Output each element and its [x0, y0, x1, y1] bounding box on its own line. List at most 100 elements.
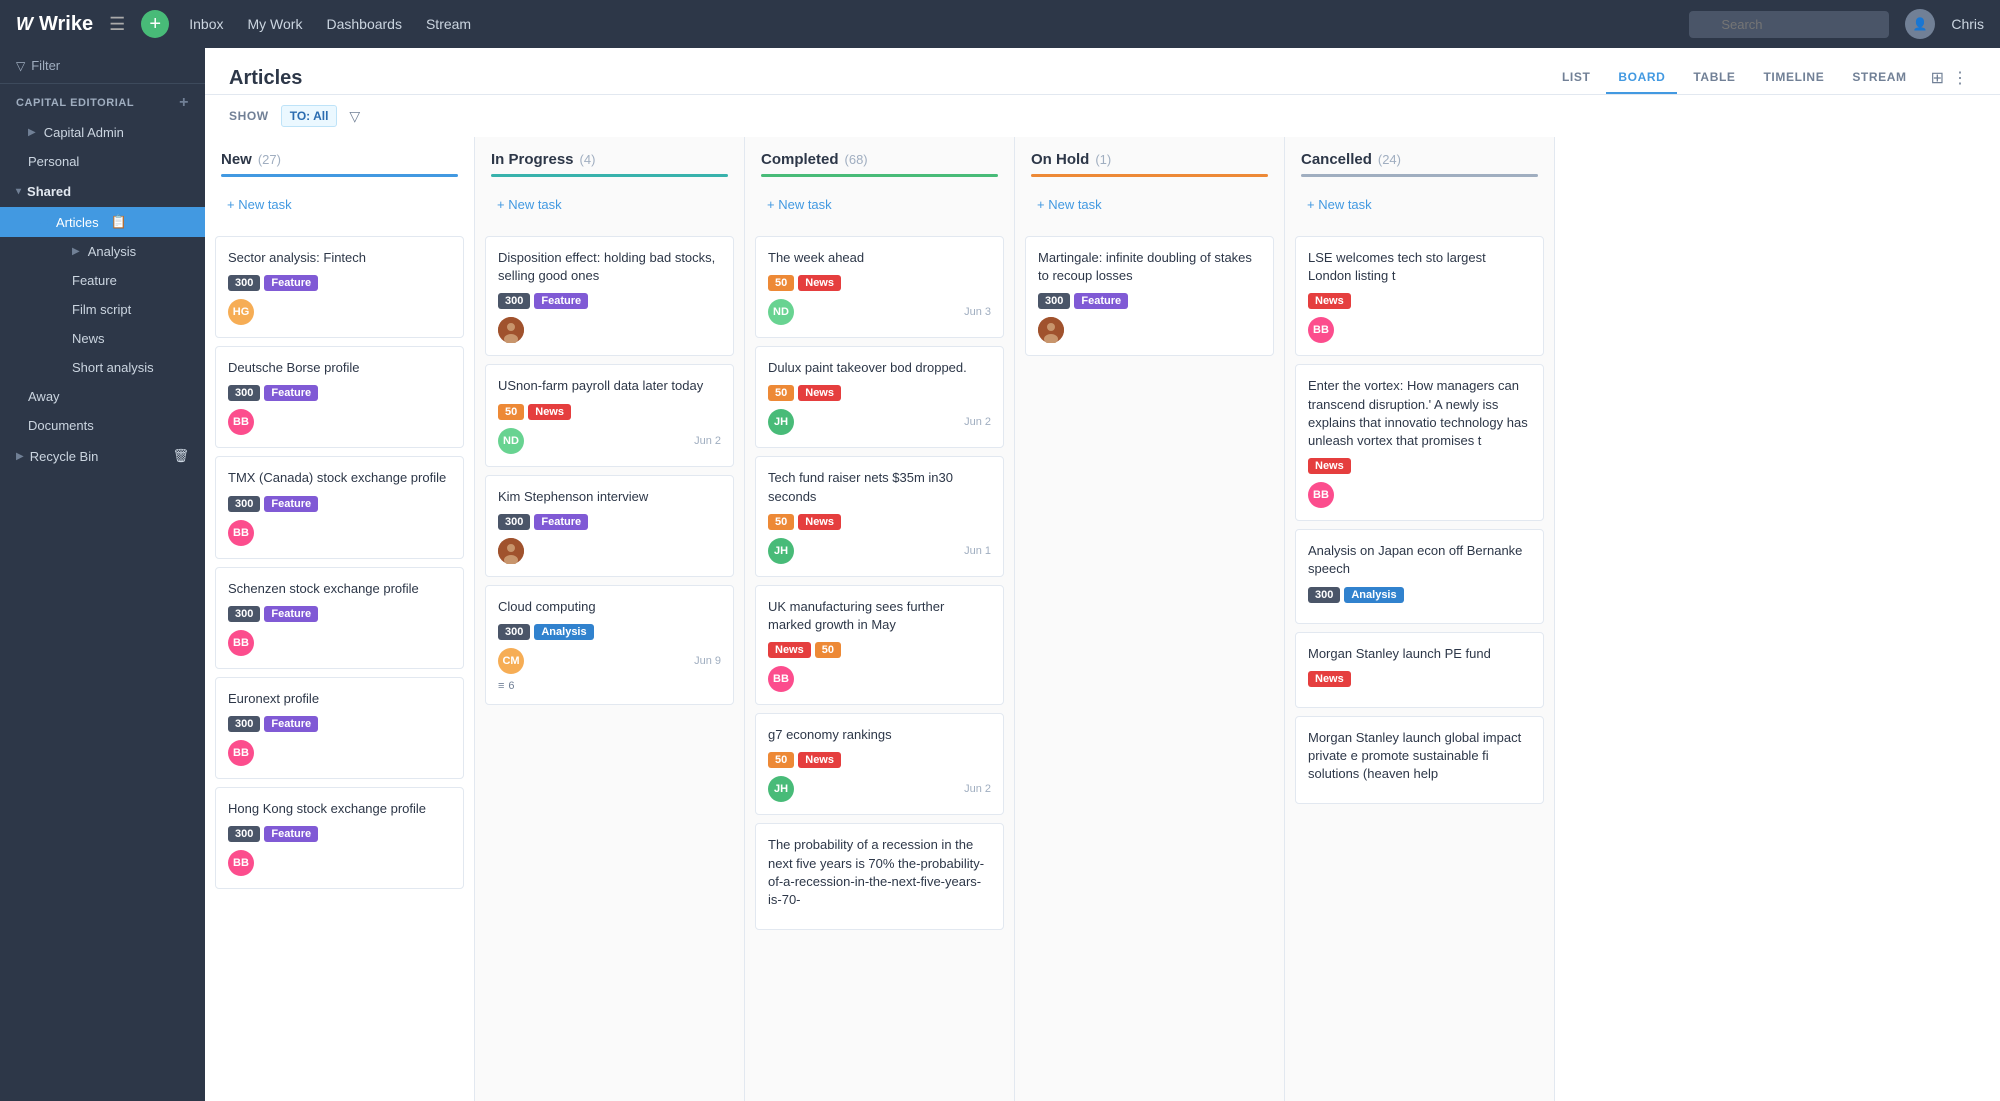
card-tags: 300Analysis [1308, 587, 1531, 603]
user-avatar[interactable]: 👤 [1905, 9, 1935, 39]
sidebar-item-recycle-bin[interactable]: ▶ Recycle Bin 🗑 [0, 440, 205, 472]
task-card[interactable]: USnon-farm payroll data later today50New… [485, 364, 734, 466]
task-card[interactable]: Deutsche Borse profile300FeatureBB [215, 346, 464, 448]
card-title: LSE welcomes tech sto largest London lis… [1308, 249, 1531, 285]
sidebar-item-personal[interactable]: Personal [0, 147, 205, 176]
card-tags: 300Feature [498, 293, 721, 309]
task-card[interactable]: Analysis on Japan econ off Bernanke spee… [1295, 529, 1544, 623]
card-title: Sector analysis: Fintech [228, 249, 451, 267]
task-card[interactable]: Martingale: infinite doubling of stakes … [1025, 236, 1274, 356]
column-scroll-completed: The week ahead50NewsNDJun 3Dulux paint t… [745, 228, 1014, 1101]
card-title: The week ahead [768, 249, 991, 267]
task-card[interactable]: TMX (Canada) stock exchange profile300Fe… [215, 456, 464, 558]
task-card[interactable]: Hong Kong stock exchange profile 300Featu… [215, 787, 464, 889]
logo-icon: W [16, 14, 33, 35]
sidebar-item-feature[interactable]: Feature [52, 266, 205, 295]
task-card[interactable]: Morgan Stanley launch global impact priv… [1295, 716, 1544, 805]
card-tag: News [1308, 671, 1351, 687]
card-title: Morgan Stanley launch global impact priv… [1308, 729, 1531, 784]
filter-bar: SHOW TO: All ▽ [205, 95, 2000, 137]
new-task-button-new[interactable]: + New task [215, 189, 464, 220]
card-tag: 300 [228, 826, 260, 842]
tab-board[interactable]: BOARD [1606, 62, 1677, 94]
tab-stream[interactable]: STREAM [1840, 62, 1918, 94]
sidebar-item-analysis[interactable]: ▶ Analysis [52, 237, 205, 266]
card-title: Hong Kong stock exchange profile [228, 800, 451, 818]
more-icon[interactable]: ⋮ [1952, 68, 1968, 88]
card-footer [498, 538, 721, 564]
nav-dashboards[interactable]: Dashboards [326, 16, 402, 32]
column-cancelled: Cancelled (24) + New task LSE welcomes tec… [1285, 137, 1555, 1101]
task-card[interactable]: The week ahead50NewsNDJun 3 [755, 236, 1004, 338]
sidebar-filter[interactable]: ▽ Filter [0, 48, 205, 84]
sidebar-add-button[interactable]: + [179, 94, 189, 112]
card-title: g7 economy rankings [768, 726, 991, 744]
nav-stream[interactable]: Stream [426, 16, 471, 32]
task-card[interactable]: Schenzen stock exchange profile300Featur… [215, 567, 464, 669]
card-footer [1038, 317, 1261, 343]
card-tag: Feature [264, 606, 318, 622]
card-tag: 50 [768, 514, 794, 530]
tab-list[interactable]: LIST [1550, 62, 1602, 94]
card-title: Cloud computing [498, 598, 721, 616]
card-avatar: BB [228, 520, 254, 546]
task-card[interactable]: g7 economy rankings50NewsJHJun 2 [755, 713, 1004, 815]
new-task-button-completed[interactable]: + New task [755, 189, 1004, 220]
filter-funnel-icon[interactable]: ▽ [349, 108, 360, 125]
sidebar-item-documents[interactable]: Documents [0, 411, 205, 440]
search-input[interactable] [1689, 11, 1889, 38]
board-container: New (27) + New task Sector analysis: Finte… [205, 137, 2000, 1101]
nav-inbox[interactable]: Inbox [189, 16, 223, 32]
column-header-new: New (27) [205, 137, 474, 185]
filter-tag[interactable]: TO: All [281, 105, 338, 127]
card-avatar: BB [1308, 317, 1334, 343]
new-task-button-in-progress[interactable]: + New task [485, 189, 734, 220]
card-tag: Feature [264, 826, 318, 842]
sidebar-item-short-analysis[interactable]: Short analysis [52, 353, 205, 382]
task-card[interactable]: UK manufacturing sees further marked gro… [755, 585, 1004, 705]
sidebar-item-film-script[interactable]: Film script [52, 295, 205, 324]
card-avatar: JH [768, 409, 794, 435]
task-card[interactable]: Morgan Stanley launch PE fundNews [1295, 632, 1544, 708]
card-tag: 50 [768, 752, 794, 768]
task-card[interactable]: LSE welcomes tech sto largest London lis… [1295, 236, 1544, 356]
column-header-cancelled: Cancelled (24) [1285, 137, 1554, 185]
tab-table[interactable]: TABLE [1681, 62, 1747, 94]
new-task-button-on-hold[interactable]: + New task [1025, 189, 1274, 220]
task-card[interactable]: Enter the vortex: How managers can trans… [1295, 364, 1544, 521]
column-title-text: Cancelled [1301, 151, 1372, 168]
task-card[interactable]: Euronext profile300FeatureBB [215, 677, 464, 779]
card-title: Tech fund raiser nets $35m in30 seconds [768, 469, 991, 505]
card-footer: CMJun 9 [498, 648, 721, 674]
top-nav: W Wrike ☰ + Inbox My Work Dashboards Str… [0, 0, 2000, 48]
sidebar-item-news[interactable]: News [52, 324, 205, 353]
add-button[interactable]: + [141, 10, 169, 38]
column-scroll-new: Sector analysis: Fintech300FeatureHGDeut… [205, 228, 474, 1101]
column-in-progress: In Progress (4)+ New taskDisposition eff… [475, 137, 745, 1101]
task-card[interactable]: Disposition effect: holding bad stocks, … [485, 236, 734, 356]
column-scroll-on-hold: Martingale: infinite doubling of stakes … [1015, 228, 1284, 1101]
grid-icon[interactable]: ⊞ [1931, 68, 1944, 88]
task-card[interactable]: Dulux paint takeover bod dropped.50NewsJ… [755, 346, 1004, 448]
card-tags: 300Feature [228, 385, 451, 401]
hamburger-icon[interactable]: ☰ [109, 14, 125, 35]
nav-mywork[interactable]: My Work [248, 16, 303, 32]
task-card[interactable]: Tech fund raiser nets $35m in30 seconds 5… [755, 456, 1004, 576]
task-card[interactable]: Sector analysis: Fintech300FeatureHG [215, 236, 464, 338]
sidebar-item-articles[interactable]: Articles 📋 [0, 207, 205, 237]
tab-timeline[interactable]: TIMELINE [1752, 62, 1837, 94]
card-title: Dulux paint takeover bod dropped. [768, 359, 991, 377]
card-date: Jun 2 [694, 435, 721, 447]
sidebar-item-away[interactable]: Away [0, 382, 205, 411]
sidebar-item-shared[interactable]: ▾ Shared [0, 176, 205, 207]
new-task-button-cancelled[interactable]: + New task [1295, 189, 1544, 220]
task-card[interactable]: The probability of a recession in the ne… [755, 823, 1004, 930]
view-icons: ⊞ ⋮ [1923, 68, 1976, 88]
main-layout: ▽ Filter CAPITAL EDITORIAL + ▶ Capital A… [0, 48, 2000, 1101]
task-card[interactable]: Kim Stephenson interview300Feature [485, 475, 734, 577]
card-avatar: ND [768, 299, 794, 325]
sidebar-item-capital-admin[interactable]: ▶ Capital Admin [0, 118, 205, 147]
column-scroll-in-progress: Disposition effect: holding bad stocks, … [475, 228, 744, 1101]
task-card[interactable]: Cloud computing300AnalysisCMJun 9≡ 6 [485, 585, 734, 705]
column-title-text: On Hold [1031, 151, 1089, 168]
